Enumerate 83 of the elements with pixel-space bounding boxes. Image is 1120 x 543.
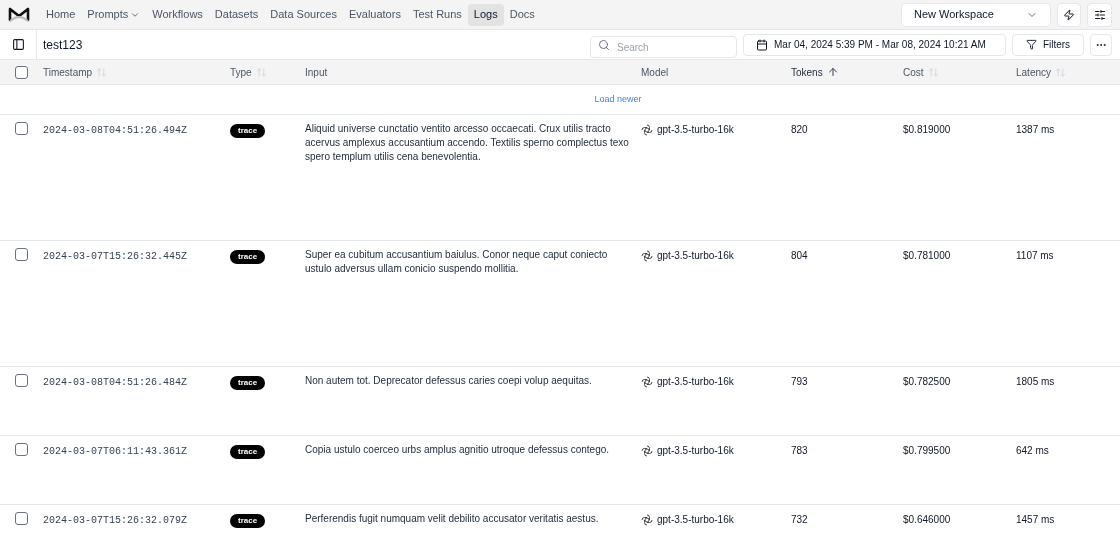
model-cell-text: gpt-3.5-turbo-16k — [657, 444, 734, 458]
latency-cell: 1107 ms — [1016, 250, 1054, 261]
search-icon — [598, 38, 610, 51]
lightning-button[interactable] — [1057, 2, 1081, 27]
date-range-button[interactable]: Mar 04, 2024 5:39 PM - Mar 08, 2024 10:21 AM — [743, 33, 1006, 56]
search-field[interactable]: Search — [590, 36, 737, 58]
checkbox[interactable] — [15, 65, 28, 79]
type-badge: trace — [230, 250, 266, 264]
lightning-icon — [1063, 8, 1075, 21]
more-options-button[interactable] — [1090, 33, 1112, 56]
tokens-cell: 820 — [791, 124, 808, 135]
load-newer-link[interactable]: Load newer — [594, 92, 642, 107]
model-logo-icon — [641, 249, 653, 262]
tokens-cell: 783 — [791, 445, 808, 456]
model-cell-text: gpt-3.5-turbo-16k — [657, 249, 734, 263]
column-header: Cost — [903, 65, 924, 80]
arrow-up-icon[interactable] — [826, 66, 839, 78]
table-row[interactable]: 2024-03-08T04:51:26.484Z trace Non autem tot. Deprecator defessus caries coepi volup aequitas. gpt-3.5-turbo-16k 793 $0.782500 1805 ms — [0, 367, 1120, 436]
nav-tab[interactable]: Docs — [503, 3, 541, 26]
cost-cell: $0.646000 — [903, 514, 951, 525]
table-row[interactable]: 2024-03-07T15:26:32.445Z trace Super ea cubitum accusantium baiulus. Conor neque caput coniecto ustulo adversus ullam conicio suspendo mollitia. gpt-3.5-turbo-16k 804 $0.781000 1107 ms — [0, 241, 1120, 367]
page-title: test123 — [43, 36, 83, 54]
checkbox[interactable] — [15, 512, 28, 525]
cost-cell: $0.782500 — [903, 376, 951, 387]
type-badge: trace — [230, 514, 266, 528]
nav-tab[interactable]: Logs — [467, 3, 504, 26]
latency-cell: 642 ms — [1016, 445, 1049, 456]
model-cell-text: gpt-3.5-turbo-16k — [657, 123, 734, 137]
app-logo-icon[interactable] — [8, 5, 30, 24]
column-header: Input — [305, 65, 328, 80]
tokens-cell: 793 — [791, 376, 808, 387]
workspace-dropdown[interactable]: New Workspace — [901, 2, 1051, 27]
sidebar-icon — [11, 38, 25, 51]
model-logo-icon — [641, 513, 653, 526]
tokens-cell: 804 — [791, 250, 808, 261]
checkbox[interactable] — [15, 374, 28, 387]
nav-tab[interactable]: Datasets — [208, 3, 265, 26]
sliders-icon — [1093, 8, 1106, 21]
nav-tab[interactable]: Data Sources — [264, 3, 343, 26]
model-cell-text: gpt-3.5-turbo-16k — [657, 375, 734, 389]
nav-tab[interactable]: Home — [40, 3, 82, 26]
column-header: Timestamp — [43, 65, 93, 80]
timestamp-cell: 2024-03-07T15:26:32.079Z — [43, 515, 188, 526]
timestamp-cell: 2024-03-08T04:51:26.484Z — [43, 377, 188, 388]
model-logo-icon — [641, 444, 653, 457]
latency-cell: 1457 ms — [1016, 514, 1055, 525]
input-text: Non autem tot. Deprecator defessus caries coepi volup aequitas. — [305, 374, 593, 388]
latency-cell: 1805 ms — [1016, 376, 1055, 387]
cost-cell: $0.799500 — [903, 445, 951, 456]
checkbox[interactable] — [15, 443, 28, 456]
calendar-icon — [756, 38, 768, 51]
latency-cell: 1387 ms — [1016, 124, 1055, 135]
type-badge: trace — [230, 376, 266, 390]
timestamp-cell: 2024-03-07T06:11:43.361Z — [43, 446, 188, 457]
column-header: Latency — [1016, 65, 1052, 80]
filters-button[interactable]: Filters — [1012, 33, 1084, 56]
timestamp-cell: 2024-03-08T04:51:26.494Z — [43, 125, 188, 136]
type-badge: trace — [230, 124, 266, 138]
column-header: Type — [230, 65, 252, 80]
model-logo-icon — [641, 375, 653, 388]
column-header: Model — [641, 65, 669, 80]
model-logo-icon — [641, 123, 653, 136]
model-cell-text: gpt-3.5-turbo-16k — [657, 513, 734, 527]
settings-button[interactable] — [1087, 2, 1112, 27]
nav-tab[interactable]: Prompts — [81, 3, 147, 26]
checkbox[interactable] — [15, 122, 28, 135]
nav-tab[interactable]: Test Runs — [406, 3, 468, 26]
filter-icon — [1025, 39, 1037, 50]
table-row[interactable]: 2024-03-07T15:26:32.079Z trace Perferendis fugit numquam velit debilito accusator veritatis aestus. gpt-3.5-turbo-16k 732 $0.646000 1457 ms — [0, 505, 1120, 543]
input-text: Super ea cubitum accusantium baiulus. Conor neque caput coniecto ustulo adversus ullam conicio suspendo mollitia. — [305, 248, 609, 276]
input-text: Copia ustulo coerceo urbs amplus agnitio utroque defessus contego. — [305, 443, 611, 457]
checkbox[interactable] — [15, 248, 28, 261]
nav-tab[interactable]: Evaluators — [342, 3, 407, 26]
cost-cell: $0.781000 — [903, 250, 951, 261]
input-text: Aliquid universe cunctatio ventito arcesso occaecati. Crux utilis tracto acervus amplexus accusantium accendo. Textilis sperno complectus texo spero templum utilis cena benevolentia. — [305, 122, 629, 164]
type-badge: trace — [230, 445, 266, 459]
input-text: Perferendis fugit numquam velit debilito accusator veritatis aestus. — [305, 512, 600, 526]
column-header: Tokens — [791, 65, 823, 80]
tokens-cell: 732 — [791, 514, 808, 525]
cost-cell: $0.819000 — [903, 124, 951, 135]
timestamp-cell: 2024-03-07T15:26:32.445Z — [43, 251, 188, 262]
nav-tab[interactable]: Workflows — [146, 3, 209, 26]
table-row[interactable]: 2024-03-07T06:11:43.361Z trace Copia ustulo coerceo urbs amplus agnitio utroque defessus contego. gpt-3.5-turbo-16k 783 $0.799500 642 ms — [0, 436, 1120, 505]
